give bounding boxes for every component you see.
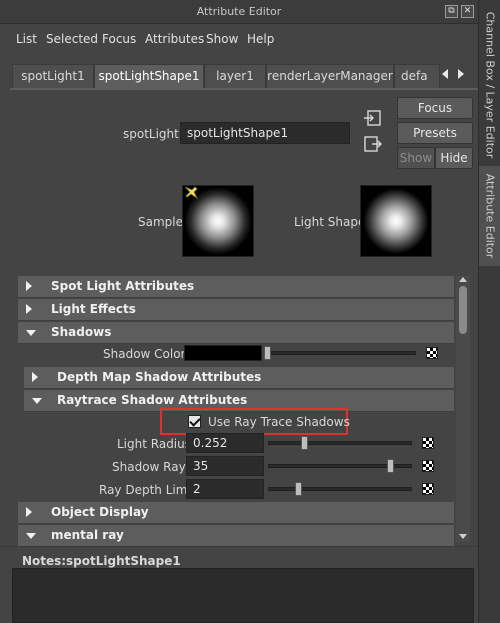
section-spot-light-attributes[interactable]: Spot Light Attributes [18, 276, 454, 298]
shadow-rays-slider-thumb[interactable] [387, 459, 394, 473]
menu-attributes[interactable]: Attributes [145, 32, 204, 46]
light-shape-label: Light Shape [294, 215, 366, 229]
notes-label: Notes: [22, 554, 67, 568]
use-ray-trace-shadows-label: Use Ray Trace Shadows [208, 415, 350, 429]
tab-underline [10, 88, 478, 90]
shadow-color-slider-thumb[interactable] [264, 346, 271, 360]
expand-arrow-icon [32, 372, 38, 382]
scrollbar-thumb[interactable] [459, 286, 467, 334]
ray-depth-limit-field[interactable]: 2 [186, 479, 264, 499]
collapse-arrow-icon [32, 398, 42, 404]
menu-selected[interactable]: Selected [46, 32, 98, 46]
light-shape-swatch[interactable] [360, 185, 432, 257]
hide-button[interactable]: Hide [435, 147, 473, 169]
node-tabs: spotLight1 spotLightShape1 layer1 render… [12, 64, 478, 88]
section-title: Shadows [51, 325, 112, 339]
presets-button[interactable]: Presets [397, 122, 473, 144]
close-window-icon[interactable]: ✕ [461, 5, 474, 18]
sample-label: Sample [138, 215, 183, 229]
section-title: Raytrace Shadow Attributes [57, 393, 248, 407]
map-button-icon[interactable] [422, 483, 434, 495]
dock-tab-attribute-editor[interactable]: Attribute Editor [479, 166, 500, 266]
focus-button[interactable]: Focus [397, 97, 473, 119]
dock-tab-strip: Channel Box / Layer Editor Attribute Edi… [478, 0, 500, 623]
map-button-icon[interactable] [422, 460, 434, 472]
section-object-display[interactable]: Object Display [18, 502, 454, 524]
notes-node-name: spotLightShape1 [66, 554, 181, 568]
shadow-rays-field[interactable]: 35 [186, 456, 264, 476]
title-bar: Attribute Editor ⧉ ✕ [0, 0, 478, 24]
section-title: Object Display [51, 505, 149, 519]
notes-bar: Notes: spotLightShape1 [0, 546, 478, 568]
menu-bar: List Selected Focus Attributes Show Help [0, 28, 478, 50]
scroll-down-icon[interactable] [459, 534, 467, 539]
tab-default-truncated[interactable]: defa [394, 64, 440, 88]
tab-scroll-left-icon[interactable] [442, 69, 448, 79]
tab-spotlight1[interactable]: spotLight1 [12, 64, 94, 88]
tab-spotlightshape1[interactable]: spotLightShape1 [94, 64, 204, 88]
section-title: mental ray [51, 528, 124, 542]
attribute-scrollbar[interactable] [456, 276, 470, 542]
map-button-icon[interactable] [422, 437, 434, 449]
notes-textarea[interactable] [12, 568, 474, 623]
collapse-arrow-icon [26, 533, 36, 539]
node-type-label: spotLight: [123, 127, 183, 141]
expand-arrow-icon [26, 507, 32, 517]
dock-tab-channel-box-label: Channel Box / Layer Editor [483, 11, 497, 159]
window-title: Attribute Editor [196, 5, 282, 18]
tab-renderlayermanager[interactable]: renderLayerManager [266, 64, 394, 88]
light-radius-slider-track[interactable] [268, 441, 412, 445]
light-radius-field[interactable]: 0.252 [186, 433, 264, 453]
menu-help[interactable]: Help [247, 32, 274, 46]
ray-depth-limit-label: Ray Depth Limit [99, 483, 196, 497]
shadow-color-label: Shadow Color [103, 347, 186, 361]
ray-depth-limit-slider-track[interactable] [268, 487, 412, 491]
section-title: Depth Map Shadow Attributes [57, 370, 262, 384]
shadow-rays-label: Shadow Rays [112, 460, 192, 474]
section-title: Spot Light Attributes [51, 279, 195, 293]
input-connection-icon[interactable] [364, 110, 382, 126]
expand-arrow-icon [26, 281, 32, 291]
shadow-color-swatch[interactable] [184, 345, 262, 361]
node-name-field[interactable]: spotLightShape1 [180, 122, 350, 144]
dock-tab-attribute-editor-label: Attribute Editor [483, 173, 497, 259]
output-connection-icon[interactable] [364, 136, 382, 152]
light-radius-label: Light Radius [117, 437, 191, 451]
expand-arrow-icon [26, 304, 32, 314]
section-light-effects[interactable]: Light Effects [18, 299, 454, 321]
show-button[interactable]: Show [397, 147, 435, 169]
tab-scroll-right-icon[interactable] [458, 69, 464, 79]
section-title: Light Effects [51, 302, 136, 316]
light-radius-slider-thumb[interactable] [301, 436, 308, 450]
map-button-icon[interactable] [426, 347, 438, 359]
menu-focus[interactable]: Focus [102, 32, 136, 46]
section-shadows[interactable]: Shadows [18, 322, 454, 344]
tab-layer1[interactable]: layer1 [204, 64, 266, 88]
float-window-icon[interactable]: ⧉ [445, 5, 458, 18]
collapse-arrow-icon [26, 330, 36, 336]
scroll-up-icon[interactable] [459, 277, 467, 282]
menu-show[interactable]: Show [206, 32, 238, 46]
dock-tab-channel-box[interactable]: Channel Box / Layer Editor [479, 6, 500, 164]
pin-icon[interactable] [183, 185, 199, 200]
section-depth-map-shadow[interactable]: Depth Map Shadow Attributes [24, 367, 454, 389]
shadow-color-slider-track[interactable] [268, 351, 416, 355]
menu-list[interactable]: List [16, 32, 37, 46]
ray-depth-limit-slider-thumb[interactable] [295, 482, 302, 496]
use-ray-trace-shadows-checkbox[interactable] [188, 415, 201, 428]
section-mental-ray[interactable]: mental ray [18, 525, 454, 547]
